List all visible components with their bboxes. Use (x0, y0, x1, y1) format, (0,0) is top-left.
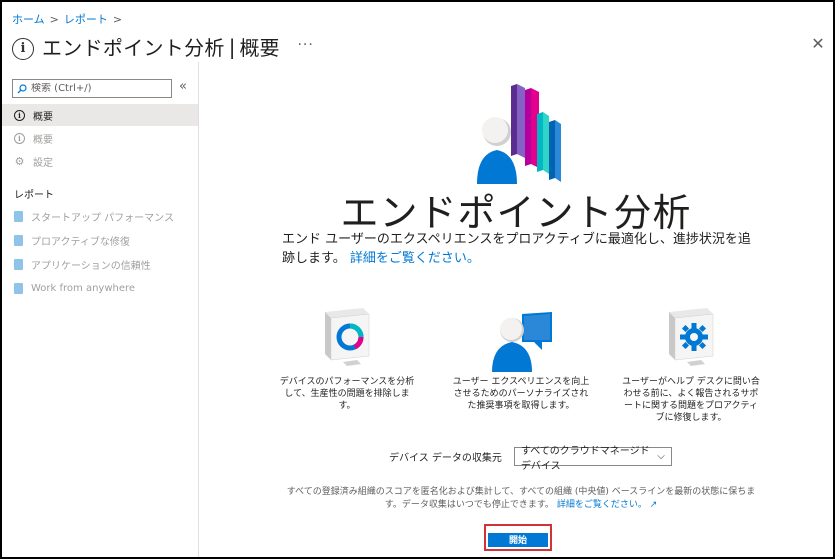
search-input[interactable] (31, 83, 166, 94)
report-icon (14, 234, 23, 246)
sidebar-item-startup-performance[interactable]: スタートアップ パフォーマンス (2, 205, 198, 227)
search-icon (17, 83, 27, 93)
user-chat-icon (492, 312, 552, 372)
learn-more-link[interactable]: 詳細をご覧ください。 (350, 251, 480, 266)
close-button[interactable]: ✕ (809, 35, 827, 53)
main-content: エンドポイント分析 エンド ユーザーのエクスペリエンスをプロアクティブに最適化し… (199, 62, 833, 557)
report-icon (14, 210, 23, 222)
chevron-right-icon: > (112, 12, 123, 26)
report-icon (14, 258, 23, 270)
monitor-chart-icon (325, 308, 370, 366)
analytics-hero-icon (477, 84, 561, 184)
sidebar: « i 概要 i 概要 ⚙ 設定 レポート スタートアップ パフォーマンス プロ… (2, 74, 198, 557)
sidebar-item-overview-active[interactable]: i 概要 (2, 104, 198, 126)
reports-section-header: レポート (14, 190, 54, 201)
sidebar-item-label: Work from anywhere (31, 282, 136, 294)
search-box[interactable] (12, 79, 172, 98)
sidebar-item-label: アプリケーションの信頼性 (31, 260, 151, 272)
sidebar-item-overview[interactable]: i 概要 (2, 127, 198, 149)
gear-icon: ⚙ (14, 154, 25, 168)
data-source-label: デバイス データの収集元 (389, 453, 502, 464)
feature-text: デバイスのパフォーマンスを分析して、生産性の問題を排除します。 (279, 377, 415, 411)
sidebar-item-label: スタートアップ パフォーマンス (31, 212, 174, 224)
feature-text: ユーザー エクスペリエンスを向上させるためのパーソナライズされた推奨事項を取得し… (452, 377, 590, 411)
feature-performance: デバイスのパフォーマンスを分析して、生産性の問題を排除します。 (277, 308, 417, 412)
privacy-notice: すべての登録済み組織のスコアを匿名化および集計して、すべての組織 (中央値) ベ… (279, 486, 763, 512)
data-source-dropdown[interactable]: すべてのクラウドマネージド デバイス ⌵ (513, 446, 672, 472)
privacy-learn-more-link[interactable]: 詳細をご覧ください。 (557, 500, 647, 510)
sidebar-item-work-from-anywhere[interactable]: Work from anywhere (2, 277, 198, 299)
info-icon: i (14, 109, 25, 121)
chevron-right-icon: > (49, 12, 59, 26)
chevron-down-icon: ⌵ (657, 451, 665, 462)
external-link-icon: ↗ (649, 500, 658, 510)
privacy-text: すべての登録済み組織のスコアを匿名化および集計して、すべての組織 (中央値) ベ… (286, 487, 756, 510)
sidebar-item-label: 設定 (33, 157, 53, 169)
data-source-value: すべてのクラウドマネージド デバイス (520, 445, 650, 472)
page-title: エンドポイント分析 (42, 36, 225, 60)
start-button[interactable]: 開始 (488, 532, 548, 547)
feature-text: ユーザーがヘルプ デスクに問い合わせる前に、よく報告されるサポートに関する問題を… (622, 377, 760, 423)
data-source-row: デバイス データの収集元 すべてのクラウドマネージド デバイス ⌵ (389, 446, 672, 472)
info-icon: i (12, 37, 34, 60)
info-icon: i (14, 132, 25, 144)
hero-title: エンドポイント分析 (340, 191, 692, 235)
title-row: i エンドポイント分析 | 概要 ··· (12, 32, 314, 61)
sidebar-item-app-reliability[interactable]: アプリケーションの信頼性 (2, 253, 198, 275)
feature-remediation: ユーザーがヘルプ デスクに問い合わせる前に、よく報告されるサポートに関する問題を… (621, 308, 761, 424)
description: エンド ユーザーのエクスペリエンスをプロアクティブに最適化し、進捗状況を追跡しま… (282, 230, 762, 268)
start-button-highlight: 開始 (484, 524, 552, 551)
sidebar-item-label: プロアクティブな修復 (31, 236, 130, 248)
more-options-button[interactable]: ··· (297, 37, 313, 53)
feature-recommendations: ユーザー エクスペリエンスを向上させるためのパーソナライズされた推奨事項を取得し… (451, 308, 591, 412)
report-icon (14, 282, 23, 294)
title-separator: | (228, 34, 236, 59)
sidebar-item-settings[interactable]: ⚙ 設定 (2, 150, 198, 172)
sidebar-item-label: 概要 (33, 134, 53, 146)
collapse-sidebar-button[interactable]: « (179, 79, 187, 94)
breadcrumb: ホーム > レポート > (12, 11, 122, 27)
page-subtitle: 概要 (239, 36, 280, 60)
breadcrumb-reports[interactable]: レポート (64, 11, 108, 27)
monitor-gear-icon (669, 308, 714, 366)
breadcrumb-home[interactable]: ホーム (12, 11, 45, 27)
sidebar-item-label: 概要 (33, 111, 53, 123)
app-window: ホーム > レポート > i エンドポイント分析 | 概要 ··· ✕ « i … (2, 2, 833, 557)
sidebar-item-proactive-remediation[interactable]: プロアクティブな修復 (2, 229, 198, 251)
